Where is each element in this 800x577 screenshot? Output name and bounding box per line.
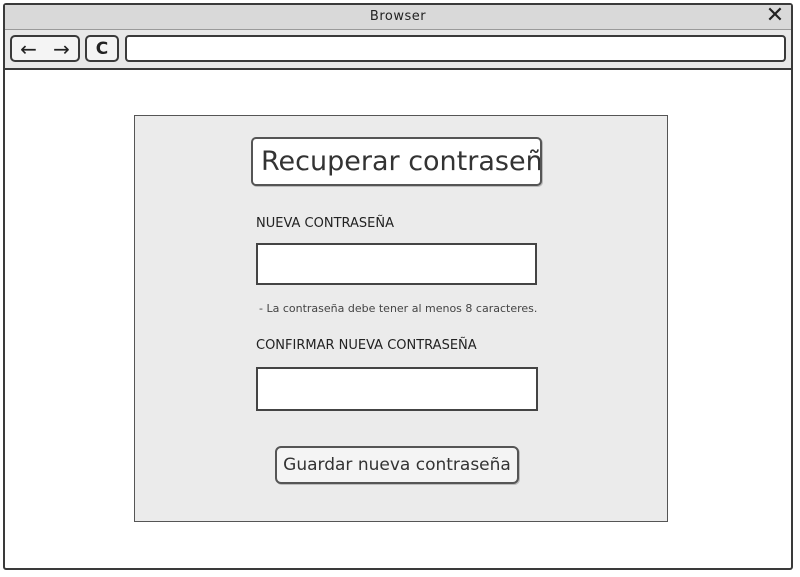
browser-window: Browser ✕ ← → C Recuperar contraseña NUE… — [3, 3, 793, 570]
password-recovery-panel: Recuperar contraseña NUEVA CONTRASEÑA - … — [134, 115, 668, 522]
password-hint: - La contraseña debe tener al menos 8 ca… — [259, 302, 538, 315]
page-title-box: Recuperar contraseña — [251, 137, 542, 186]
new-password-field[interactable] — [256, 243, 537, 285]
title-bar: Browser ✕ — [5, 5, 791, 30]
confirm-password-field[interactable] — [256, 367, 538, 411]
window-title: Browser — [369, 9, 427, 24]
navigation-buttons: ← → — [10, 35, 80, 62]
reload-icon[interactable]: C — [85, 35, 119, 62]
new-password-label: NUEVA CONTRASEÑA — [256, 216, 394, 231]
browser-toolbar: ← → C — [5, 30, 791, 70]
close-icon[interactable]: ✕ — [763, 5, 787, 29]
page-title: Recuperar contraseña — [261, 146, 542, 177]
address-bar[interactable] — [125, 35, 786, 62]
save-password-button[interactable]: Guardar nueva contraseña — [275, 446, 519, 484]
forward-arrow-icon[interactable]: → — [53, 39, 70, 59]
back-arrow-icon[interactable]: ← — [20, 39, 37, 59]
confirm-password-label: CONFIRMAR NUEVA CONTRASEÑA — [256, 338, 477, 353]
